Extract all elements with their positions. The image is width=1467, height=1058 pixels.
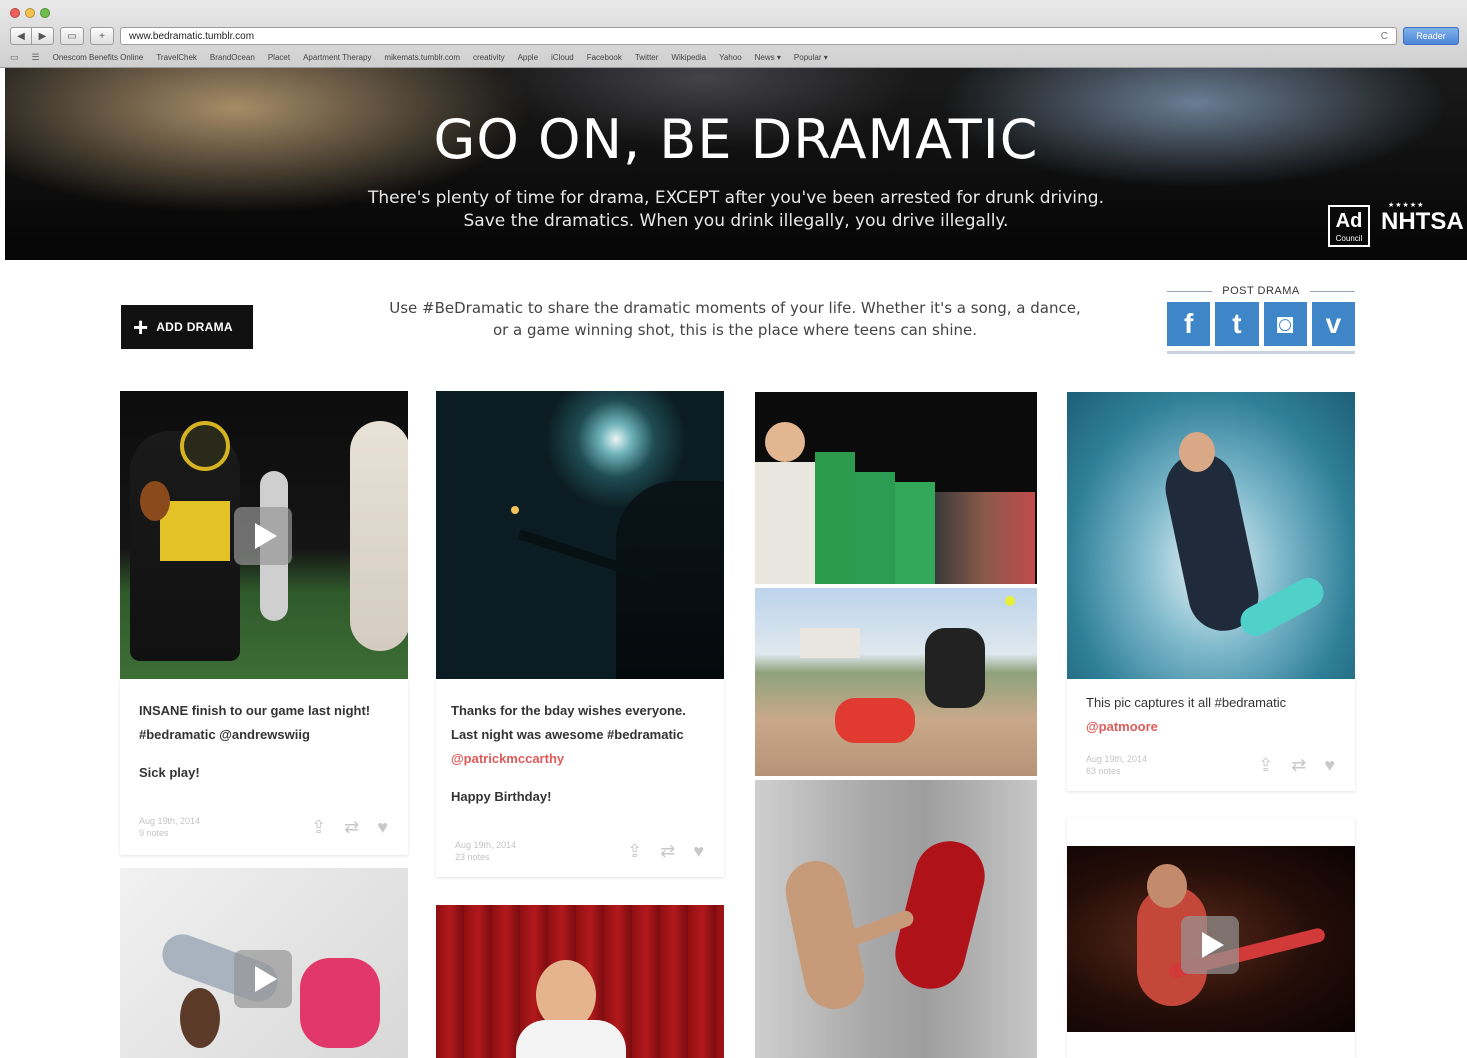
navigation-row: ◀ ▶ ▭ + www.bedramatic.tumblr.com C Read… — [10, 26, 1459, 46]
page-title: GO ON, BE DRAMATIC — [433, 108, 1039, 171]
facebook-icon[interactable]: f — [1167, 302, 1211, 346]
post-card: Thanks for the bday wishes everyone. Las… — [436, 679, 724, 877]
post-actions: ⇪ ⇄ ♥ — [627, 841, 704, 862]
refresh-icon[interactable]: C — [1381, 31, 1388, 42]
play-icon[interactable] — [234, 950, 292, 1008]
post-text: Last night was awesome #bedramatic — [451, 727, 684, 742]
bookmark-item[interactable]: mikemats.tumblr.com — [384, 53, 460, 62]
social-links: f t ◙ v — [1167, 302, 1355, 346]
theater-cast-photo[interactable] — [755, 392, 1037, 584]
bookmark-item[interactable]: Apartment Therapy — [303, 53, 371, 62]
bookmarks-bar: ▭ ☰ Onescom Benefits Online TravelChek B… — [10, 50, 828, 64]
post-actions: ⇪ ⇄ ♥ — [1258, 755, 1335, 776]
heart-icon[interactable]: ♥ — [1324, 755, 1335, 776]
url-text: www.bedramatic.tumblr.com — [129, 30, 255, 42]
post-user-link[interactable]: @patmoore — [1086, 715, 1345, 739]
hero-subtitle: Save the dramatics. When you drink illeg… — [463, 211, 1009, 231]
hero-subtitle: There's plenty of time for drama, EXCEPT… — [368, 188, 1104, 208]
post-text: INSANE finish to our game last night! — [139, 703, 371, 718]
heart-icon[interactable]: ♥ — [693, 841, 704, 862]
play-icon[interactable] — [234, 507, 292, 565]
zoom-window-icon[interactable] — [40, 8, 50, 18]
bookmark-item[interactable]: iCloud — [551, 53, 574, 62]
plus-icon: + — [133, 312, 149, 342]
nhtsa-logo: NHTSA — [1381, 208, 1464, 235]
intro-text: Use #BeDramatic to share the dramatic mo… — [389, 299, 1081, 339]
back-icon[interactable]: ◀ — [10, 27, 32, 45]
surfer-photo[interactable] — [1067, 392, 1355, 679]
hero-banner: GO ON, BE DRAMATIC There's plenty of tim… — [5, 68, 1467, 260]
browser-chrome: ◀ ▶ ▭ + www.bedramatic.tumblr.com C Read… — [0, 0, 1467, 68]
dance-video-thumbnail[interactable] — [120, 868, 408, 1058]
performer-photo[interactable] — [436, 905, 724, 1058]
close-window-icon[interactable] — [10, 8, 20, 18]
post-card: This pic captures it all #bedramatic @pa… — [1067, 679, 1355, 791]
bookmark-item[interactable]: Facebook — [587, 53, 622, 62]
share-icon[interactable]: ⇪ — [627, 841, 642, 862]
bookmark-item[interactable]: Yahoo — [719, 53, 742, 62]
bookmark-item[interactable]: TravelChek — [156, 53, 197, 62]
minimize-window-icon[interactable] — [25, 8, 35, 18]
instagram-icon[interactable]: ◙ — [1263, 302, 1307, 346]
add-bookmark-icon[interactable]: + — [90, 27, 114, 45]
bookmark-item[interactable]: Popular ▾ — [794, 53, 828, 62]
reblog-icon[interactable]: ⇄ — [1291, 755, 1306, 776]
post-meta: Aug 19th, 2014 9 notes — [139, 816, 201, 838]
football-video-thumbnail[interactable] — [120, 391, 408, 679]
bookmark-item[interactable]: creativity — [473, 53, 505, 62]
post-drama-panel: POST DRAMA f t ◙ v — [1167, 285, 1355, 354]
softball-photo[interactable] — [755, 588, 1037, 776]
forward-icon[interactable]: ▶ — [32, 27, 54, 45]
url-input[interactable]: www.bedramatic.tumblr.com C — [120, 27, 1397, 45]
post-meta: Aug 19th, 2014 23 notes — [455, 840, 517, 862]
post-drama-title: POST DRAMA — [1222, 285, 1300, 297]
guitarist-video-thumbnail[interactable] — [1067, 846, 1355, 1032]
post-text: #bedramatic @andrewswiig — [139, 727, 310, 742]
bookmark-item[interactable]: Onescom Benefits Online — [53, 53, 144, 62]
add-drama-label: ADD DRAMA — [156, 320, 233, 334]
reblog-icon[interactable]: ⇄ — [660, 841, 675, 862]
vimeo-icon[interactable]: v — [1311, 302, 1355, 346]
ad-council-logo: Ad Council — [1328, 205, 1370, 247]
post-note: Sick play! — [139, 765, 200, 780]
tabs-overview-icon[interactable]: ▭ — [60, 27, 84, 45]
share-icon[interactable]: ⇪ — [1258, 755, 1273, 776]
bookmark-item[interactable]: Apple — [518, 53, 538, 62]
concert-photo[interactable] — [436, 391, 724, 679]
post-text: Thanks for the bday wishes everyone. — [451, 703, 686, 718]
twitter-icon[interactable]: t — [1215, 302, 1259, 346]
post-meta: Aug 19th, 2014 63 notes — [1086, 754, 1148, 776]
bookmark-item[interactable]: Wikipedia — [671, 53, 706, 62]
bookmark-item[interactable]: News ▾ — [755, 53, 781, 62]
post-actions: ⇪ ⇄ ♥ — [311, 817, 388, 838]
add-drama-button[interactable]: + ADD DRAMA — [121, 305, 253, 349]
post-user-link[interactable]: @patrickmccarthy — [451, 747, 714, 771]
bookmark-item[interactable]: Twitter — [635, 53, 659, 62]
reblog-icon[interactable]: ⇄ — [344, 817, 359, 838]
post-card: INSANE finish to our game last night! #b… — [120, 679, 408, 855]
share-icon[interactable]: ⇪ — [311, 817, 326, 838]
bookmark-item[interactable]: BrandOcean — [210, 53, 255, 62]
bookmarks-icon[interactable]: ☰ — [32, 52, 40, 63]
reading-list-icon[interactable]: ▭ — [10, 52, 19, 63]
post-note: Happy Birthday! — [451, 789, 552, 804]
window-controls — [10, 8, 50, 18]
reader-button[interactable]: Reader — [1403, 27, 1459, 45]
heart-icon[interactable]: ♥ — [377, 817, 388, 838]
play-icon[interactable] — [1181, 916, 1239, 974]
post-text: This pic captures it all #bedramatic — [1086, 695, 1287, 710]
bookmark-item[interactable]: Placet — [268, 53, 290, 62]
dancers-photo[interactable] — [755, 780, 1037, 1058]
